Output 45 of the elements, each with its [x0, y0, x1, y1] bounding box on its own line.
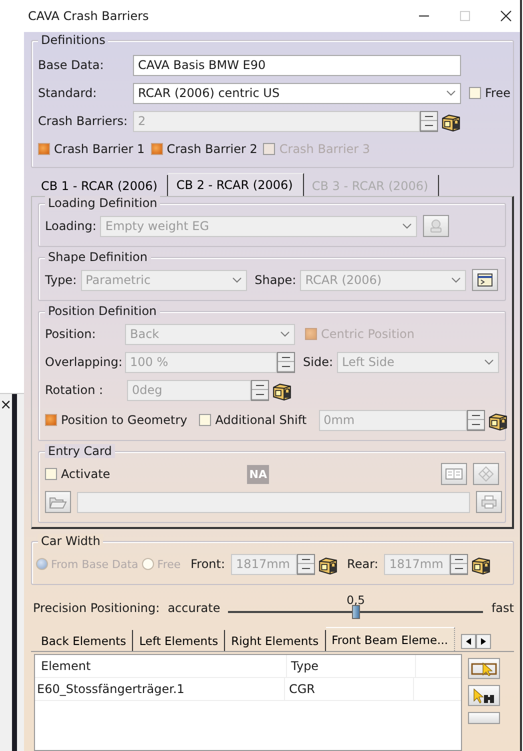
field-label: Overlapping: [45, 355, 124, 369]
group-title: Loading Definition [45, 196, 160, 210]
checkbox-label: Crash Barrier 2 [166, 142, 258, 156]
slider-min-label: accurate [168, 601, 220, 617]
table-cell: E60_Stossfängerträger.1 [35, 678, 285, 700]
slider-label: Precision Positioning: [33, 601, 160, 617]
tab[interactable]: CB 2 - RCAR (2006) [168, 173, 304, 196]
field-label: Base Data: [38, 58, 105, 72]
table-cell: CGR [285, 678, 414, 700]
slider-value: 0,5 [346, 593, 365, 607]
field-label: Front: [190, 557, 226, 571]
field-label: Standard: [38, 86, 98, 100]
field-label: Loading: [45, 219, 96, 233]
column-header: Type [287, 655, 416, 677]
group-title: Car Width [38, 534, 104, 548]
tab[interactable]: Left Elements [133, 630, 226, 651]
checkbox-label: Centric Position [321, 327, 414, 341]
checkbox-label: Crash Barrier 1 [54, 142, 145, 156]
field-label: Shape: [254, 273, 296, 287]
field-label: Position: [45, 327, 97, 341]
checkbox-label: Crash Barrier 3 [279, 142, 370, 156]
field-label: Crash Barriers: [38, 114, 129, 128]
close-button[interactable]: × [0, 398, 12, 412]
field-label: Side: [303, 355, 333, 369]
field-label: Type: [45, 273, 77, 287]
field-label: Rotation : [45, 383, 104, 397]
tab[interactable]: Back Elements [35, 630, 134, 651]
slider-max-label: fast [491, 601, 514, 617]
group-title: Position Definition [45, 304, 160, 318]
text-field[interactable]: CAVA Basis BMW E90 [133, 54, 461, 76]
tab[interactable]: Front Beam Eleme... [326, 627, 456, 651]
group-title: Definitions [38, 33, 108, 47]
status-badge: NA [247, 464, 269, 484]
group-title: Shape Definition [45, 250, 150, 264]
field-label: Rear: [347, 557, 378, 571]
checkbox-label: Free [485, 86, 510, 100]
radio-label: Free [157, 558, 181, 570]
dropdown[interactable]: RCAR (2006) centric US [133, 82, 461, 104]
checkbox-label: Additional Shift [215, 413, 307, 427]
window-title: CAVA Crash Barriers [28, 9, 149, 23]
radio-label: From Base Data [51, 558, 138, 570]
checkbox-label: Position to Geometry [61, 413, 188, 427]
column-header: Element [35, 655, 287, 677]
group-title: Entry Card [45, 444, 115, 458]
checkbox-label: Activate [61, 467, 110, 481]
